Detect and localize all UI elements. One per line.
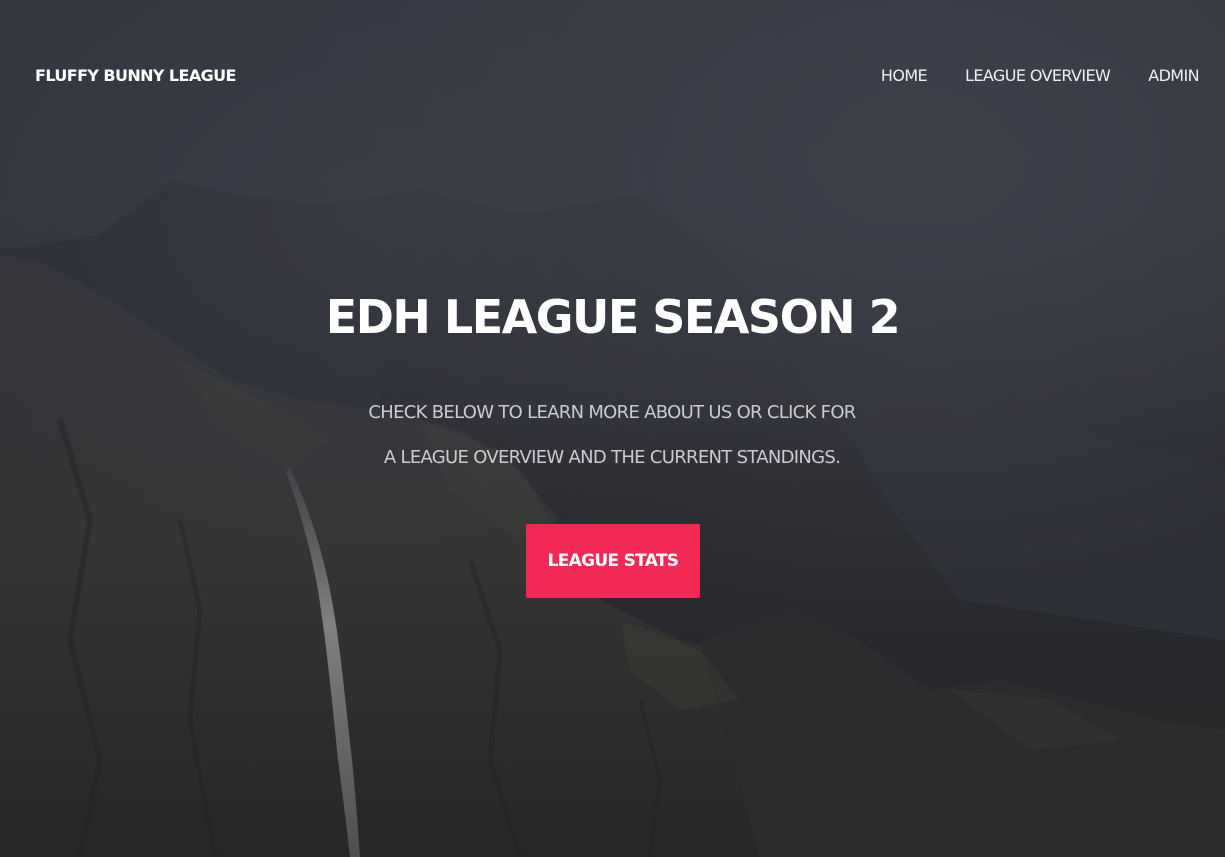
hero-title: EDH LEAGUE SEASON 2 (325, 290, 901, 344)
nav-link-admin[interactable]: ADMIN (1148, 66, 1199, 85)
brand-logo-link[interactable]: FLUFFY BUNNY LEAGUE (35, 66, 236, 85)
league-stats-button[interactable]: LEAGUE STATS (526, 524, 700, 598)
nav-link-league-overview[interactable]: LEAGUE OVERVIEW (965, 66, 1111, 85)
top-navbar: FLUFFY BUNNY LEAGUE HOME LEAGUE OVERVIEW… (0, 0, 1225, 155)
hero-section: FLUFFY BUNNY LEAGUE HOME LEAGUE OVERVIEW… (0, 0, 1225, 857)
nav-link-home[interactable]: HOME (881, 66, 928, 85)
hero-subtitle: CHECK BELOW TO LEARN MORE ABOUT US OR CL… (368, 402, 856, 468)
nav-links: HOME LEAGUE OVERVIEW ADMIN (881, 66, 1200, 85)
